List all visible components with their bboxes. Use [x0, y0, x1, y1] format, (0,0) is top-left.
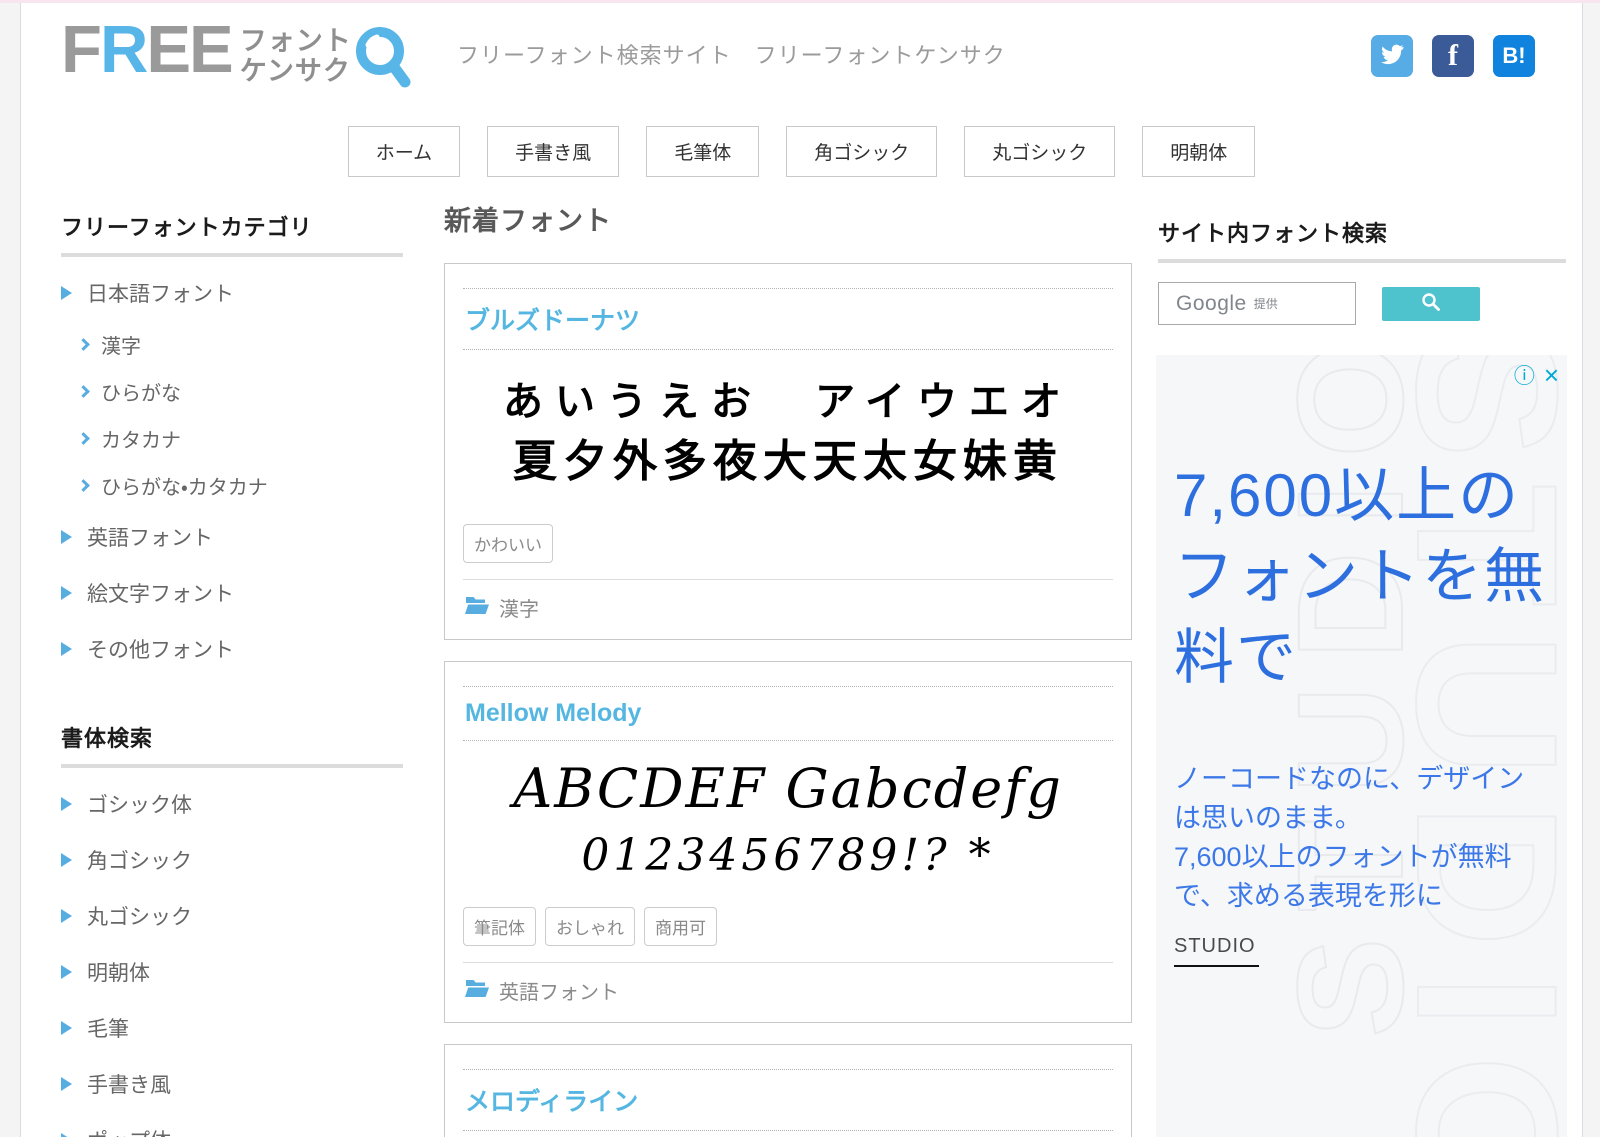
social-links: f B!	[1371, 35, 1535, 77]
sidebar: フリーフォントカテゴリ 日本語フォント 漢字 ひらがな カタカナ ひらがな・カタ…	[61, 210, 403, 1137]
hatena-icon: B!	[1502, 43, 1526, 68]
dotted-divider	[463, 1069, 1113, 1070]
tag-list: かわいい	[463, 524, 1113, 563]
site-logo[interactable]: FREE フォント ケンサク	[61, 12, 412, 94]
site-search-button[interactable]	[1382, 286, 1480, 321]
font-title-link[interactable]: Mellow Melody	[465, 699, 1111, 728]
folder-icon	[465, 595, 489, 621]
sidebar-item-japanese-font[interactable]: 日本語フォント	[61, 265, 403, 321]
nav-marugothic-button[interactable]: 丸ゴシック	[964, 126, 1116, 177]
tag-kawaii[interactable]: かわいい	[463, 524, 553, 563]
font-title-link[interactable]: メロディライン	[465, 1082, 1111, 1118]
hatena-bookmark-button[interactable]: B!	[1493, 35, 1535, 77]
facebook-icon: f	[1448, 39, 1458, 72]
sidebar-section-typeface-search: 書体検索 ゴシック体 角ゴシック 丸ゴシック 明朝体 毛筆 手書き風 ポップ体 …	[61, 721, 403, 1137]
font-specimen: ABCDEF Gabcdefg 0123456789!? *	[513, 757, 1063, 881]
triangle-icon	[61, 1133, 72, 1137]
triangle-icon	[61, 909, 72, 923]
main-nav: ホーム 手書き風 毛筆体 角ゴシック 丸ゴシック 明朝体	[21, 126, 1582, 177]
sidebar-section-title: 書体検索	[61, 726, 154, 751]
adchoices-info-icon[interactable]: ⓘ	[1514, 360, 1535, 390]
logo-free-text: FREE	[61, 12, 234, 87]
sidebar-item-emoji-font[interactable]: 絵文字フォント	[61, 565, 403, 621]
ad-headline[interactable]: 7,600以上のフォントを無料で	[1174, 455, 1549, 698]
triangle-icon	[61, 642, 72, 656]
twitter-button[interactable]	[1371, 35, 1413, 77]
tag-list: 筆記体 おしゃれ 商用可	[463, 907, 1113, 946]
category-row: 英語フォント	[463, 962, 1113, 1022]
sidebar-item-kakugothic[interactable]: 角ゴシック	[61, 832, 403, 888]
advertisement[interactable]: STUDIO STUDIO ⓘ × 7,600以上のフォントを無料で ノーコード…	[1156, 355, 1567, 1137]
search-icon	[1421, 292, 1441, 315]
sidebar-item-hiragana[interactable]: ひらがな	[61, 368, 403, 415]
font-card-mellow-melody: Mellow Melody ABCDEF Gabcdefg 0123456789…	[444, 661, 1132, 1023]
triangle-icon	[61, 965, 72, 979]
chevron-right-icon	[77, 338, 90, 351]
logo-katakana-text: フォント ケンサク	[239, 26, 352, 86]
site-search-box: Google 提供	[1158, 282, 1356, 325]
chevron-right-icon	[77, 432, 90, 445]
folder-icon	[465, 978, 489, 1004]
font-title-link[interactable]: ブルズドーナツ	[465, 301, 1111, 337]
main-content: 新着フォント ブルズドーナツ あいうえお アイウエオ 夏夕外多夜大天太女妹黄 か…	[444, 199, 1132, 1137]
sidebar-item-mincho[interactable]: 明朝体	[61, 944, 403, 1000]
site-search-panel: サイト内フォント検索 Google 提供	[1158, 216, 1566, 325]
magnifier-icon	[354, 25, 412, 94]
nav-kakugothic-button[interactable]: 角ゴシック	[786, 126, 938, 177]
font-specimen: あいうえお アイウエオ 夏夕外多夜大天太女妹黄	[503, 380, 1073, 486]
sidebar-item-gothic[interactable]: ゴシック体	[61, 776, 403, 832]
facebook-button[interactable]: f	[1432, 35, 1474, 77]
sidebar-item-katakana[interactable]: カタカナ	[61, 415, 403, 462]
sidebar-section-categories: フリーフォントカテゴリ 日本語フォント 漢字 ひらがな カタカナ ひらがな・カタ…	[61, 210, 403, 677]
dotted-divider	[463, 686, 1113, 687]
tag-oshare[interactable]: おしゃれ	[545, 907, 635, 946]
page: FREE フォント ケンサク フリーフォント検索サイト フリーフォントケンサク …	[20, 3, 1583, 1137]
triangle-icon	[61, 530, 72, 544]
page-title: 新着フォント	[444, 206, 612, 236]
font-card-bulls-donut: ブルズドーナツ あいうえお アイウエオ 夏夕外多夜大天太女妹黄 かわいい 漢字	[444, 263, 1132, 640]
divider	[1158, 259, 1566, 263]
dotted-divider	[463, 740, 1113, 741]
sidebar-item-other-font[interactable]: その他フォント	[61, 621, 403, 677]
triangle-icon	[61, 586, 72, 600]
tag-shoyoka[interactable]: 商用可	[644, 907, 717, 946]
sidebar-item-marugothic[interactable]: 丸ゴシック	[61, 888, 403, 944]
category-link[interactable]: 漢字	[499, 593, 539, 622]
sidebar-item-mouhitsu[interactable]: 毛筆	[61, 1000, 403, 1056]
nav-minchotai-button[interactable]: 明朝体	[1142, 126, 1256, 177]
nav-mouhitsutai-button[interactable]: 毛筆体	[646, 126, 760, 177]
category-row: 漢字	[463, 579, 1113, 639]
twitter-icon	[1380, 42, 1404, 71]
triangle-icon	[61, 797, 72, 811]
dotted-divider	[463, 1130, 1113, 1131]
ad-brand-link[interactable]: STUDIO	[1174, 935, 1259, 967]
sidebar-section-title: フリーフォントカテゴリ	[61, 215, 313, 240]
ad-close-icon[interactable]: ×	[1544, 362, 1559, 388]
ad-body-text[interactable]: ノーコードなのに、デザインは思いのまま。 7,600以上のフォントが無料で、求め…	[1174, 760, 1549, 917]
font-card-melody-line: メロディライン	[444, 1044, 1132, 1137]
sidebar-item-kanji[interactable]: 漢字	[61, 321, 403, 368]
site-search-input[interactable]	[1159, 283, 1355, 324]
site-tagline: フリーフォント検索サイト フリーフォントケンサク	[457, 43, 1006, 68]
divider	[61, 253, 403, 257]
sidebar-item-tegakifu[interactable]: 手書き風	[61, 1056, 403, 1112]
triangle-icon	[61, 1021, 72, 1035]
nav-tegakifu-button[interactable]: 手書き風	[487, 126, 620, 177]
chevron-right-icon	[77, 385, 90, 398]
sidebar-item-pop[interactable]: ポップ体	[61, 1112, 403, 1137]
chevron-right-icon	[77, 479, 90, 492]
site-search-title: サイト内フォント検索	[1158, 221, 1389, 246]
tag-hikkitai[interactable]: 筆記体	[463, 907, 536, 946]
triangle-icon	[61, 853, 72, 867]
sidebar-item-hiragana-katakana[interactable]: ひらがな・カタカナ	[61, 462, 403, 509]
triangle-icon	[61, 1077, 72, 1091]
dotted-divider	[463, 349, 1113, 350]
dotted-divider	[463, 288, 1113, 289]
divider	[61, 764, 403, 768]
triangle-icon	[61, 286, 72, 300]
sidebar-item-english-font[interactable]: 英語フォント	[61, 509, 403, 565]
nav-home-button[interactable]: ホーム	[347, 126, 461, 177]
category-link[interactable]: 英語フォント	[499, 976, 619, 1005]
